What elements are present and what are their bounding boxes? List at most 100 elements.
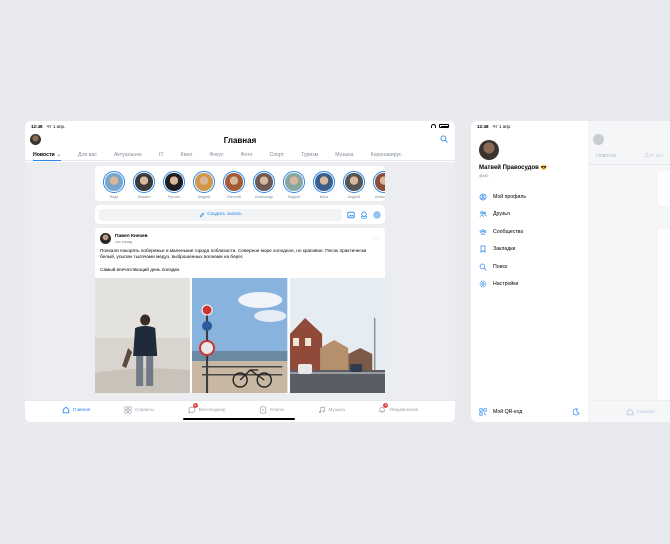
side-menu: Матвей Правосудов 😎 @id0 Мой профиль Друз… [471, 131, 588, 422]
tab-focus[interactable]: Фокус [209, 149, 231, 161]
more-icon[interactable]: ··· [373, 236, 381, 242]
status-date: Чт 1 апр. [46, 123, 66, 129]
avatar [165, 173, 183, 191]
dimmed-background[interactable]: Новости Для вас Главная [588, 121, 670, 422]
story-item[interactable]: Андрей [279, 171, 309, 199]
story-avatar [283, 171, 305, 193]
profile-name[interactable]: Матвей Правосудов 😎 [479, 165, 588, 171]
post-paragraph: Поехали покорять побережье и маленькие г… [100, 248, 367, 260]
nav-clips[interactable]: Клипы [259, 405, 284, 414]
menu-item-bookmark[interactable]: Закладки [471, 241, 588, 259]
tab-tourism[interactable]: Туризм [301, 149, 326, 161]
story-name: Андрей [347, 194, 361, 199]
communities-icon [479, 229, 487, 235]
menu-item-profile[interactable]: Мой профиль [471, 188, 588, 206]
post-card: Павел Князев час назад ··· Поехали покор… [95, 228, 385, 393]
notifications-badge: 5 [383, 402, 389, 408]
story-avatar [343, 171, 365, 193]
tab-photo[interactable]: Фото [241, 149, 261, 161]
menu-item-friends[interactable]: Друзья [471, 206, 588, 224]
create-post-button[interactable]: Создать запись [99, 208, 342, 221]
story-name: Александр [375, 194, 385, 199]
nav-messenger[interactable]: 3 Мессенджер [187, 402, 226, 414]
menu-item-settings[interactable]: Настройки [471, 276, 588, 294]
moon-icon[interactable] [572, 408, 580, 416]
story-name: Андрей [197, 194, 211, 199]
menu-item-label: Поиск [493, 263, 508, 270]
home-icon [626, 408, 634, 415]
post-card [658, 229, 670, 400]
profile-avatar-button[interactable] [30, 134, 41, 145]
photo-promenade-bike[interactable] [192, 278, 288, 393]
story-item[interactable]: Евгений [219, 171, 249, 199]
story-name: Руслан [167, 194, 181, 199]
story-name: Михаил [137, 194, 151, 199]
stories-bar: Надя Михаил Руслан Андрей Евгений Александр Ан… [95, 166, 385, 201]
tab-coronavirus[interactable]: Коронавирус [371, 149, 410, 161]
story-item[interactable]: Михаил [129, 171, 159, 199]
avatar [315, 173, 333, 191]
story-avatar [163, 171, 185, 193]
story-item[interactable]: Надя [99, 171, 129, 199]
stories-card [658, 171, 670, 206]
photo-beach-walker[interactable] [95, 278, 191, 393]
story-item[interactable]: Андрей [189, 171, 219, 199]
status-bar: 12:48 Чт 1 апр. [25, 121, 455, 131]
tab-it[interactable]: IT [159, 149, 172, 161]
music-icon [318, 406, 325, 413]
page-title: Главная [223, 135, 257, 145]
tab-trending[interactable]: Актуальное [114, 149, 150, 161]
tab-sport[interactable]: Спорт [269, 149, 292, 161]
tab-movies[interactable]: Кино [181, 149, 201, 161]
news-feed: Надя Михаил Руслан Андрей Евгений Александр Ан… [25, 162, 455, 400]
main-screen: 12:48 Чт 1 апр. Главная Новости ⌄ Для вас… [25, 121, 455, 422]
avatar [375, 173, 385, 191]
story-name: Андрей [287, 194, 301, 199]
nav-home[interactable]: Главная [62, 406, 90, 414]
menu-item-label: Друзья [493, 211, 510, 218]
chevron-down-icon: ⌄ [56, 151, 61, 158]
live-stream-icon[interactable] [372, 210, 381, 219]
story-avatar [253, 171, 275, 193]
nav-services[interactable]: Сервисы [124, 405, 154, 414]
status-time: 12:48 [31, 123, 43, 129]
home-icon [62, 406, 70, 413]
tab-music[interactable]: Музыка [335, 149, 361, 161]
story-item[interactable]: Андрей [339, 171, 369, 199]
menu-item-search[interactable]: Поиск [471, 258, 588, 276]
search-icon[interactable] [440, 135, 448, 143]
story-avatar [103, 171, 125, 193]
author-name[interactable]: Павел Князев [115, 234, 148, 239]
menu-item-communities[interactable]: Сообщества [471, 223, 588, 241]
photo-icon[interactable] [346, 210, 355, 219]
story-avatar [193, 171, 215, 193]
tab-news[interactable]: Новости ⌄ [33, 149, 69, 161]
avatar [105, 173, 123, 191]
avatar[interactable] [479, 140, 499, 160]
photo-town-street[interactable] [289, 278, 385, 393]
story-item[interactable]: Руслан [159, 171, 189, 199]
qr-code-link[interactable]: Мой QR-код [493, 409, 522, 415]
story-name: Александр [255, 194, 273, 199]
nav-music[interactable]: Музыка [318, 406, 345, 414]
story-item[interactable]: Вера [309, 171, 339, 199]
menu-item-label: Закладки [493, 246, 516, 253]
menu-list: Мой профиль Друзья Сообщества Закладки Поиск… [471, 188, 588, 293]
post-author: Павел Князев час назад ··· [95, 228, 385, 244]
story-item[interactable]: Александр [369, 171, 385, 199]
tab-for-you[interactable]: Для вас [78, 149, 105, 161]
nav-notifications[interactable]: 5 Уведомления [378, 402, 418, 414]
avatar [195, 173, 213, 191]
menu-item-label: Сообщества [493, 228, 524, 235]
story-name: Евгений [227, 194, 241, 199]
top-header: Главная [25, 131, 455, 149]
clip-camera-icon[interactable] [359, 210, 368, 219]
story-name: Вера [319, 194, 329, 199]
avatar [285, 173, 303, 191]
settings-icon [479, 280, 487, 288]
bookmark-icon [480, 245, 486, 254]
tab-for-you: Для вас [645, 153, 664, 159]
messenger-badge: 3 [192, 402, 198, 408]
avatar[interactable] [100, 233, 111, 244]
story-item[interactable]: Александр [249, 171, 279, 199]
